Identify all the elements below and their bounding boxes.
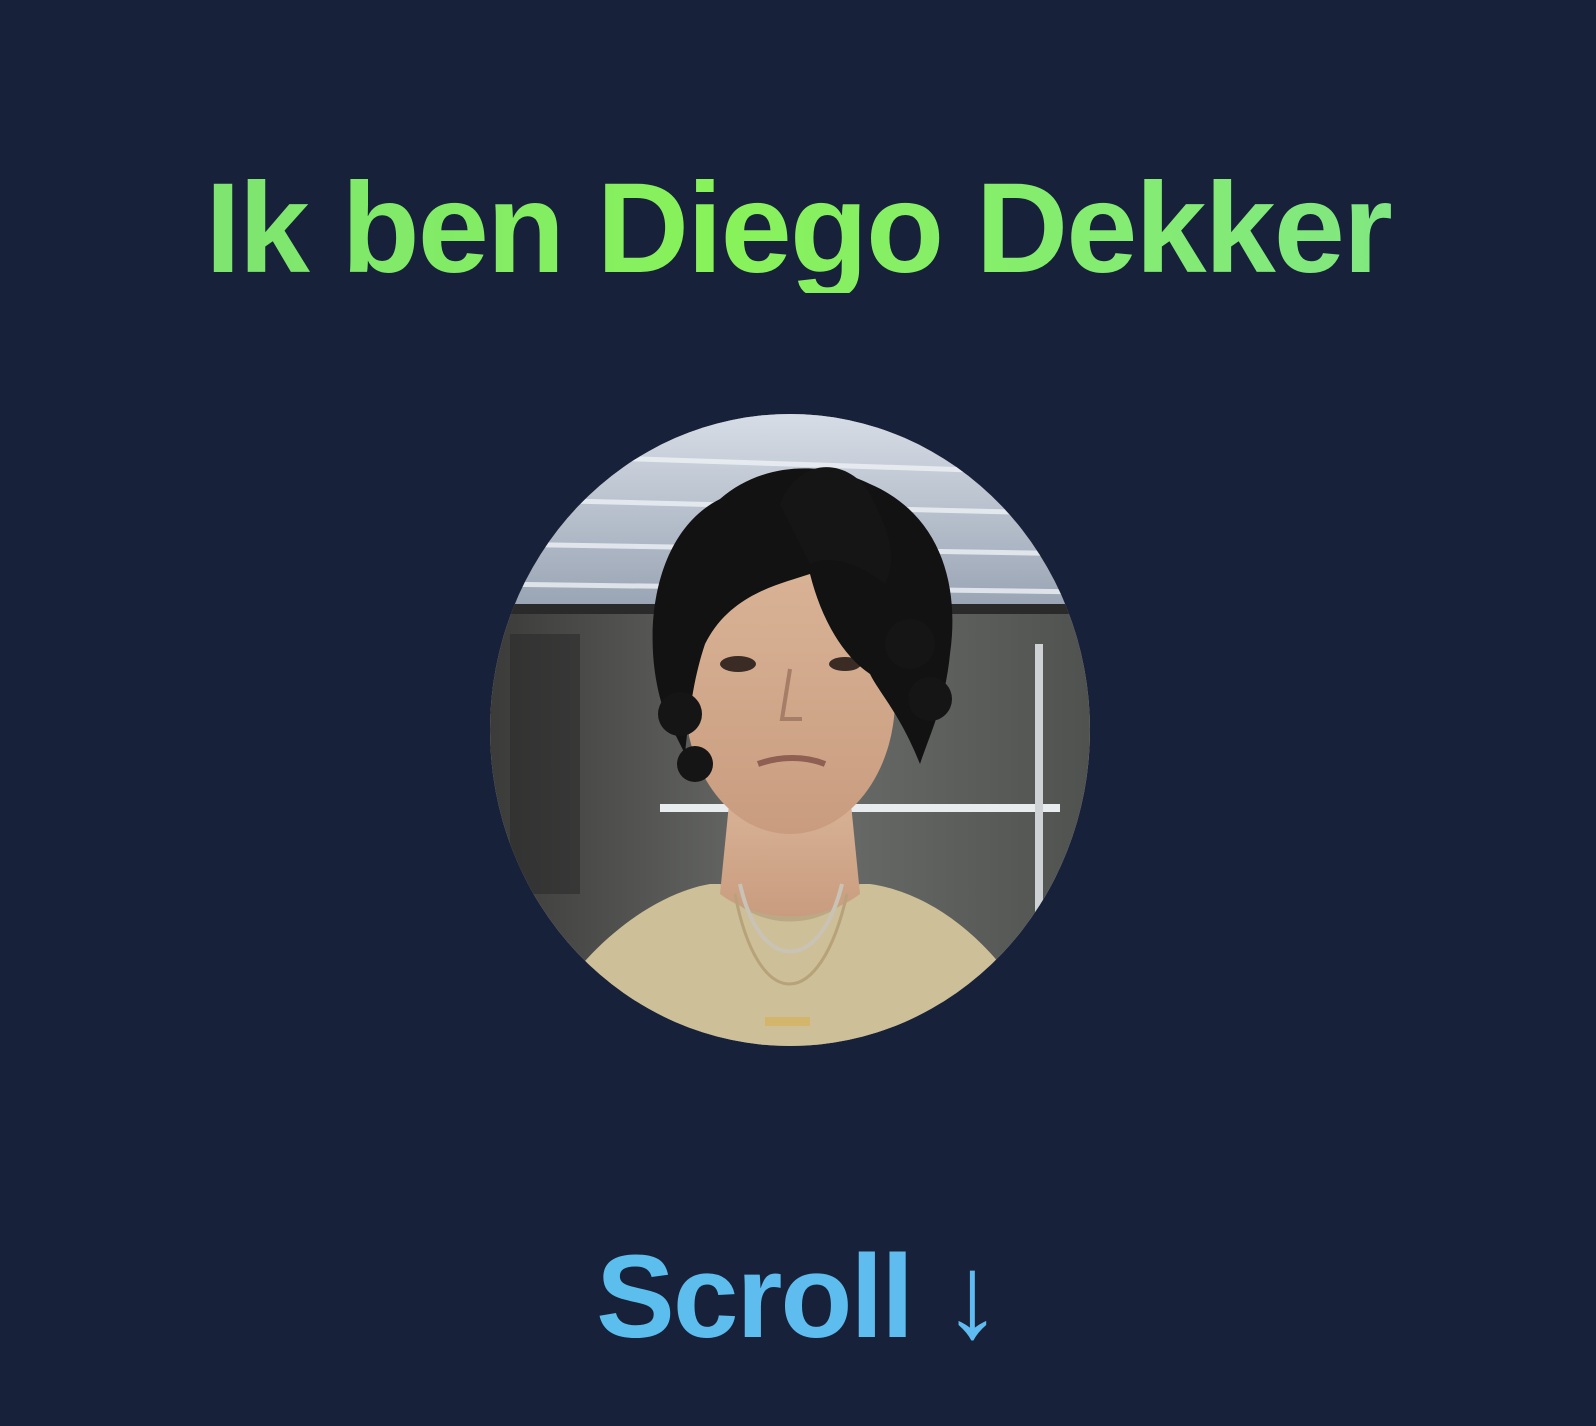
hero-section: Ik ben Diego Dekker Scroll ↓ bbox=[0, 0, 1596, 1426]
scroll-down-button[interactable]: Scroll ↓ bbox=[0, 1238, 1596, 1356]
profile-avatar bbox=[490, 414, 1090, 1046]
page-title: Ik ben Diego Dekker bbox=[0, 165, 1596, 293]
profile-photo-icon bbox=[490, 414, 1090, 1046]
